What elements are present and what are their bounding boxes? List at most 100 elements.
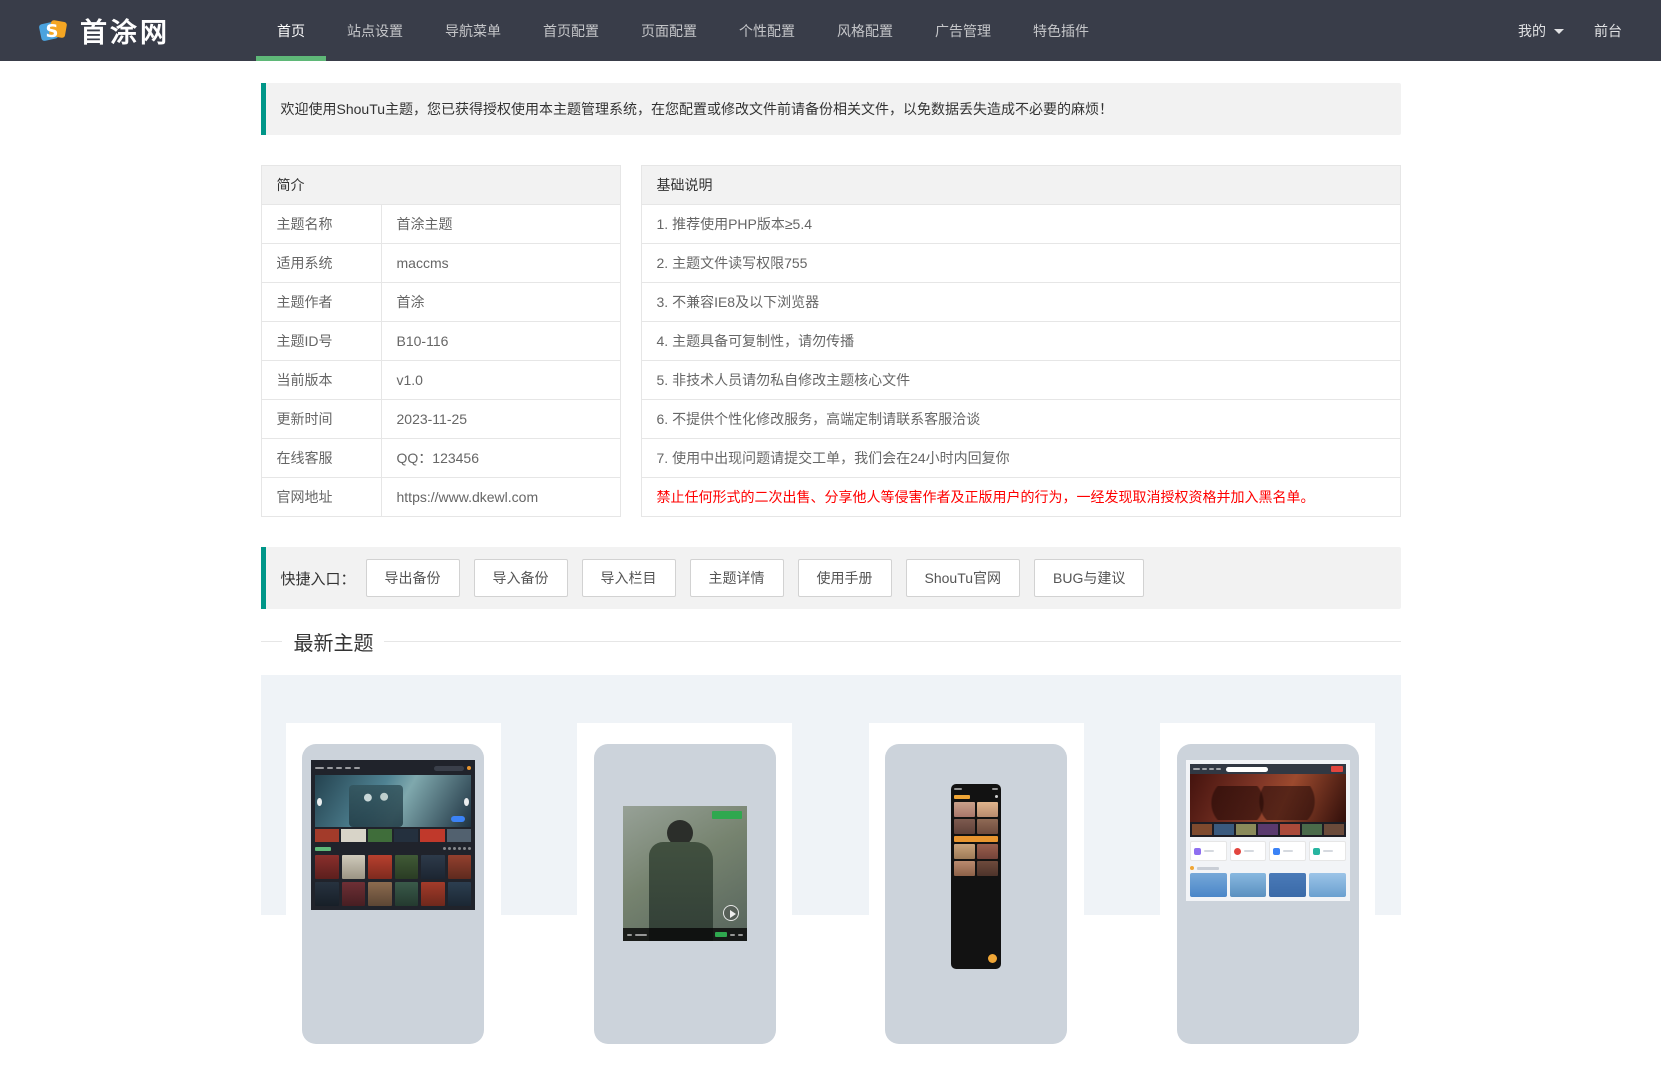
nav-item-style-config[interactable]: 风格配置 xyxy=(816,0,914,61)
theme-card-2[interactable] xyxy=(577,723,793,1083)
official-site-url[interactable]: https://www.dkewl.com xyxy=(380,477,621,517)
theme-thumbnail-3 xyxy=(885,744,1068,1044)
bug-suggestion-button[interactable]: BUG与建议 xyxy=(1034,559,1145,597)
preview-app-header xyxy=(954,793,999,800)
main-content: 欢迎使用ShouTu主题，您已获得授权使用本主题管理系统，在您配置或修改文件前请… xyxy=(260,83,1401,1083)
row-value: B10-116 xyxy=(380,321,621,361)
preview-fab xyxy=(988,954,998,963)
nav-item-site-settings[interactable]: 站点设置 xyxy=(326,0,424,61)
preview-thumb-strip xyxy=(1189,822,1346,837)
note-text: 6. 不提供个性化修改服务，高端定制请联系客服洽谈 xyxy=(640,399,1401,439)
latest-themes-title-row: 最新主题 xyxy=(260,627,1401,656)
note-text: 3. 不兼容IE8及以下浏览器 xyxy=(640,282,1401,322)
shoutu-official-site-button[interactable]: ShouTu官网 xyxy=(905,559,1021,597)
nav-item-personal-config[interactable]: 个性配置 xyxy=(718,0,816,61)
nav-item-home-config[interactable]: 首页配置 xyxy=(522,0,620,61)
import-category-button[interactable]: 导入栏目 xyxy=(581,559,676,597)
row-value: v1.0 xyxy=(380,360,621,400)
main-nav: 首页 站点设置 导航菜单 首页配置 页面配置 个性配置 风格配置 广告管理 特色… xyxy=(256,0,1110,61)
table-row: 3. 不兼容IE8及以下浏览器 xyxy=(640,282,1401,322)
table-row: 更新时间 2023-11-25 xyxy=(260,399,621,439)
table-row: 主题名称 首涂主题 xyxy=(260,204,621,244)
welcome-alert: 欢迎使用ShouTu主题，您已获得授权使用本主题管理系统，在您配置或修改文件前请… xyxy=(260,83,1401,135)
theme-thumbnail-4 xyxy=(1176,744,1359,1044)
title-line-left xyxy=(260,641,282,642)
preview-player-controls xyxy=(622,928,747,941)
import-backup-button[interactable]: 导入备份 xyxy=(473,559,568,597)
logo[interactable]: S 首涂网 xyxy=(0,0,170,61)
preview-statusbar xyxy=(954,787,999,791)
top-navbar: S 首涂网 首页 站点设置 导航菜单 首页配置 页面配置 个性配置 风格配置 广… xyxy=(0,0,1661,61)
nav-right: 我的 前台 xyxy=(1503,0,1661,61)
row-label: 适用系统 xyxy=(260,243,382,283)
title-line-right xyxy=(383,641,1401,642)
nav-item-home[interactable]: 首页 xyxy=(256,0,326,61)
table-row: 1. 推荐使用PHP版本≥5.4 xyxy=(640,204,1401,244)
preview-poster-row xyxy=(1189,873,1346,897)
theme-preview-dark-desktop xyxy=(311,760,475,910)
svg-text:S: S xyxy=(46,21,59,42)
info-tables-row: 简介 主题名称 首涂主题 适用系统 maccms 主题作者 首涂 主题ID号 B10-1… xyxy=(260,165,1401,517)
nav-item-frontend[interactable]: 前台 xyxy=(1579,21,1637,41)
row-label: 主题ID号 xyxy=(260,321,382,361)
table-row: 7. 使用中出现问题请提交工单，我们会在24小时内回复你 xyxy=(640,438,1401,478)
row-label: 当前版本 xyxy=(260,360,382,400)
row-label: 更新时间 xyxy=(260,399,382,439)
preview-hero-banner xyxy=(1189,774,1346,822)
theme-details-button[interactable]: 主题详情 xyxy=(689,559,784,597)
latest-themes-panel xyxy=(260,675,1401,1083)
table-row: 4. 主题具备可复制性，请勿传播 xyxy=(640,321,1401,361)
intro-table-header: 简介 xyxy=(260,165,621,205)
preview-navbar xyxy=(1189,764,1346,774)
nav-item-my[interactable]: 我的 xyxy=(1503,21,1579,41)
theme-card-3[interactable] xyxy=(868,723,1084,1083)
nav-item-featured-plugins[interactable]: 特色插件 xyxy=(1012,0,1110,61)
preview-thumb-strip xyxy=(315,829,471,842)
theme-thumbnail-1 xyxy=(302,744,484,1044)
notes-table-header: 基础说明 xyxy=(640,165,1401,205)
theme-card-1[interactable] xyxy=(285,723,501,1083)
preview-category-cards xyxy=(1189,841,1346,861)
play-button-icon xyxy=(722,905,739,921)
note-text: 7. 使用中出现问题请提交工单，我们会在24小时内回复你 xyxy=(640,438,1401,478)
preview-section-header xyxy=(315,845,471,852)
row-label: 主题作者 xyxy=(260,282,382,322)
preview-navbar xyxy=(315,764,471,772)
theme-card-4[interactable] xyxy=(1160,723,1376,1083)
piracy-warning-text: 禁止任何形式的二次出售、分享他人等侵害作者及正版用户的行为，一经发现取消授权资格… xyxy=(640,477,1401,517)
table-row: 在线客服 QQ：123456 xyxy=(260,438,621,478)
note-text: 5. 非技术人员请勿私自修改主题核心文件 xyxy=(640,360,1401,400)
quick-entry-label: 快捷入口： xyxy=(280,570,356,588)
row-value: maccms xyxy=(380,243,621,283)
quick-entry-bar: 快捷入口： 导出备份 导入备份 导入栏目 主题详情 使用手册 ShouTu官网 … xyxy=(260,547,1401,609)
nav-item-ad-management[interactable]: 广告管理 xyxy=(914,0,1012,61)
row-value: 首涂 xyxy=(380,282,621,322)
user-manual-button[interactable]: 使用手册 xyxy=(797,559,892,597)
row-label: 官网地址 xyxy=(260,477,382,517)
table-row: 主题作者 首涂 xyxy=(260,282,621,322)
chevron-down-icon xyxy=(1554,28,1564,39)
latest-themes-title: 最新主题 xyxy=(293,633,374,655)
table-row: 禁止任何形式的二次出售、分享他人等侵害作者及正版用户的行为，一经发现取消授权资格… xyxy=(640,477,1401,517)
preview-search-pill xyxy=(1225,766,1268,772)
logo-icon: S xyxy=(39,19,67,42)
theme-preview-mobile xyxy=(951,784,1002,969)
table-row: 5. 非技术人员请勿私自修改主题核心文件 xyxy=(640,360,1401,400)
nav-item-nav-menu[interactable]: 导航菜单 xyxy=(424,0,522,61)
table-row: 官网地址 https://www.dkewl.com xyxy=(260,477,621,517)
row-value: 2023-11-25 xyxy=(380,399,621,439)
row-label: 在线客服 xyxy=(260,438,382,478)
table-row: 当前版本 v1.0 xyxy=(260,360,621,400)
preview-green-logo xyxy=(711,811,742,819)
intro-table: 简介 主题名称 首涂主题 适用系统 maccms 主题作者 首涂 主题ID号 B10-1… xyxy=(260,165,621,517)
nav-item-page-config[interactable]: 页面配置 xyxy=(620,0,718,61)
note-text: 2. 主题文件读写权限755 xyxy=(640,243,1401,283)
theme-thumbnail-2 xyxy=(593,744,776,1044)
table-row: 主题ID号 B10-116 xyxy=(260,321,621,361)
preview-poster-grid xyxy=(315,855,471,906)
preview-mobile-grid xyxy=(954,802,999,876)
row-value: 首涂主题 xyxy=(380,204,621,244)
row-value: QQ：123456 xyxy=(380,438,621,478)
logo-text: 首涂网 xyxy=(80,18,170,48)
export-backup-button[interactable]: 导出备份 xyxy=(365,559,460,597)
